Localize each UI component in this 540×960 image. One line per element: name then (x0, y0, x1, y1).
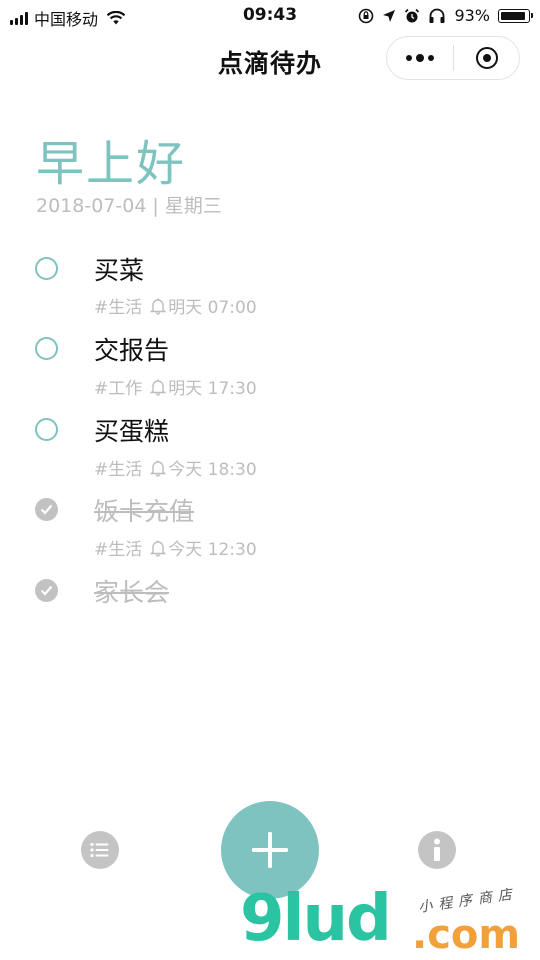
task-title: 饭卡充值 (94, 497, 195, 526)
location-icon (383, 9, 396, 22)
list-icon (90, 842, 109, 858)
bell-icon (150, 540, 167, 557)
bell-icon (150, 460, 167, 477)
bell-icon (150, 298, 167, 315)
more-dot-icon (406, 55, 412, 61)
battery-icon (498, 8, 533, 23)
task-meta: #工作 明天 17:30 (94, 374, 257, 399)
task-tag: #生活 (94, 298, 143, 318)
task-reminder: 明天 17:30 (168, 379, 257, 399)
battery-percent: 93% (454, 6, 490, 25)
more-button[interactable] (387, 37, 453, 79)
bell-icon (150, 379, 167, 396)
headphones-icon (429, 8, 445, 23)
task-checkbox[interactable] (35, 337, 58, 360)
task-meta: #生活 今天 12:30 (94, 535, 257, 560)
watermark-domain: .com (412, 912, 521, 958)
task-tag: #工作 (94, 379, 143, 399)
task-meta: #生活 明天 07:00 (94, 293, 257, 318)
info-button[interactable] (418, 831, 456, 869)
task-checkbox-done[interactable] (35, 579, 58, 602)
list-button[interactable] (81, 831, 119, 869)
greeting-heading: 早上好 (36, 136, 187, 192)
task-reminder: 明天 07:00 (168, 298, 257, 318)
alarm-icon (405, 8, 420, 22)
task-meta: #生活 今天 18:30 (94, 455, 257, 480)
check-icon (40, 585, 53, 596)
task-title: 交报告 (94, 336, 170, 365)
orientation-lock-icon (359, 8, 374, 23)
task-reminder: 今天 18:30 (168, 460, 257, 480)
task-tag: #生活 (94, 540, 143, 560)
watermark-logo: 9lud (240, 882, 392, 956)
task-reminder: 今天 12:30 (168, 540, 257, 560)
close-button[interactable] (454, 47, 519, 69)
close-circle-icon (475, 47, 498, 69)
task-checkbox[interactable] (35, 257, 58, 280)
info-icon (434, 838, 440, 861)
check-icon (40, 504, 53, 515)
watermark: 9lud 小程序商店 .com (240, 882, 540, 960)
plus-icon (252, 832, 288, 868)
status-bar: 中国移动 09:43 93% (0, 0, 540, 32)
task-tag: #生活 (94, 460, 143, 480)
task-title: 买菜 (94, 256, 145, 285)
date-separator: | (152, 195, 159, 217)
task-title: 家长会 (94, 578, 170, 607)
more-dot-icon (416, 54, 424, 62)
weekday-text: 星期三 (164, 195, 222, 217)
mini-program-capsule (386, 36, 520, 80)
task-title: 买蛋糕 (94, 417, 170, 446)
more-dot-icon (428, 55, 434, 61)
date-line: 2018-07-04 | 星期三 (36, 191, 222, 218)
task-checkbox[interactable] (35, 418, 58, 441)
date-text: 2018-07-04 (36, 195, 147, 217)
task-checkbox-done[interactable] (35, 498, 58, 521)
